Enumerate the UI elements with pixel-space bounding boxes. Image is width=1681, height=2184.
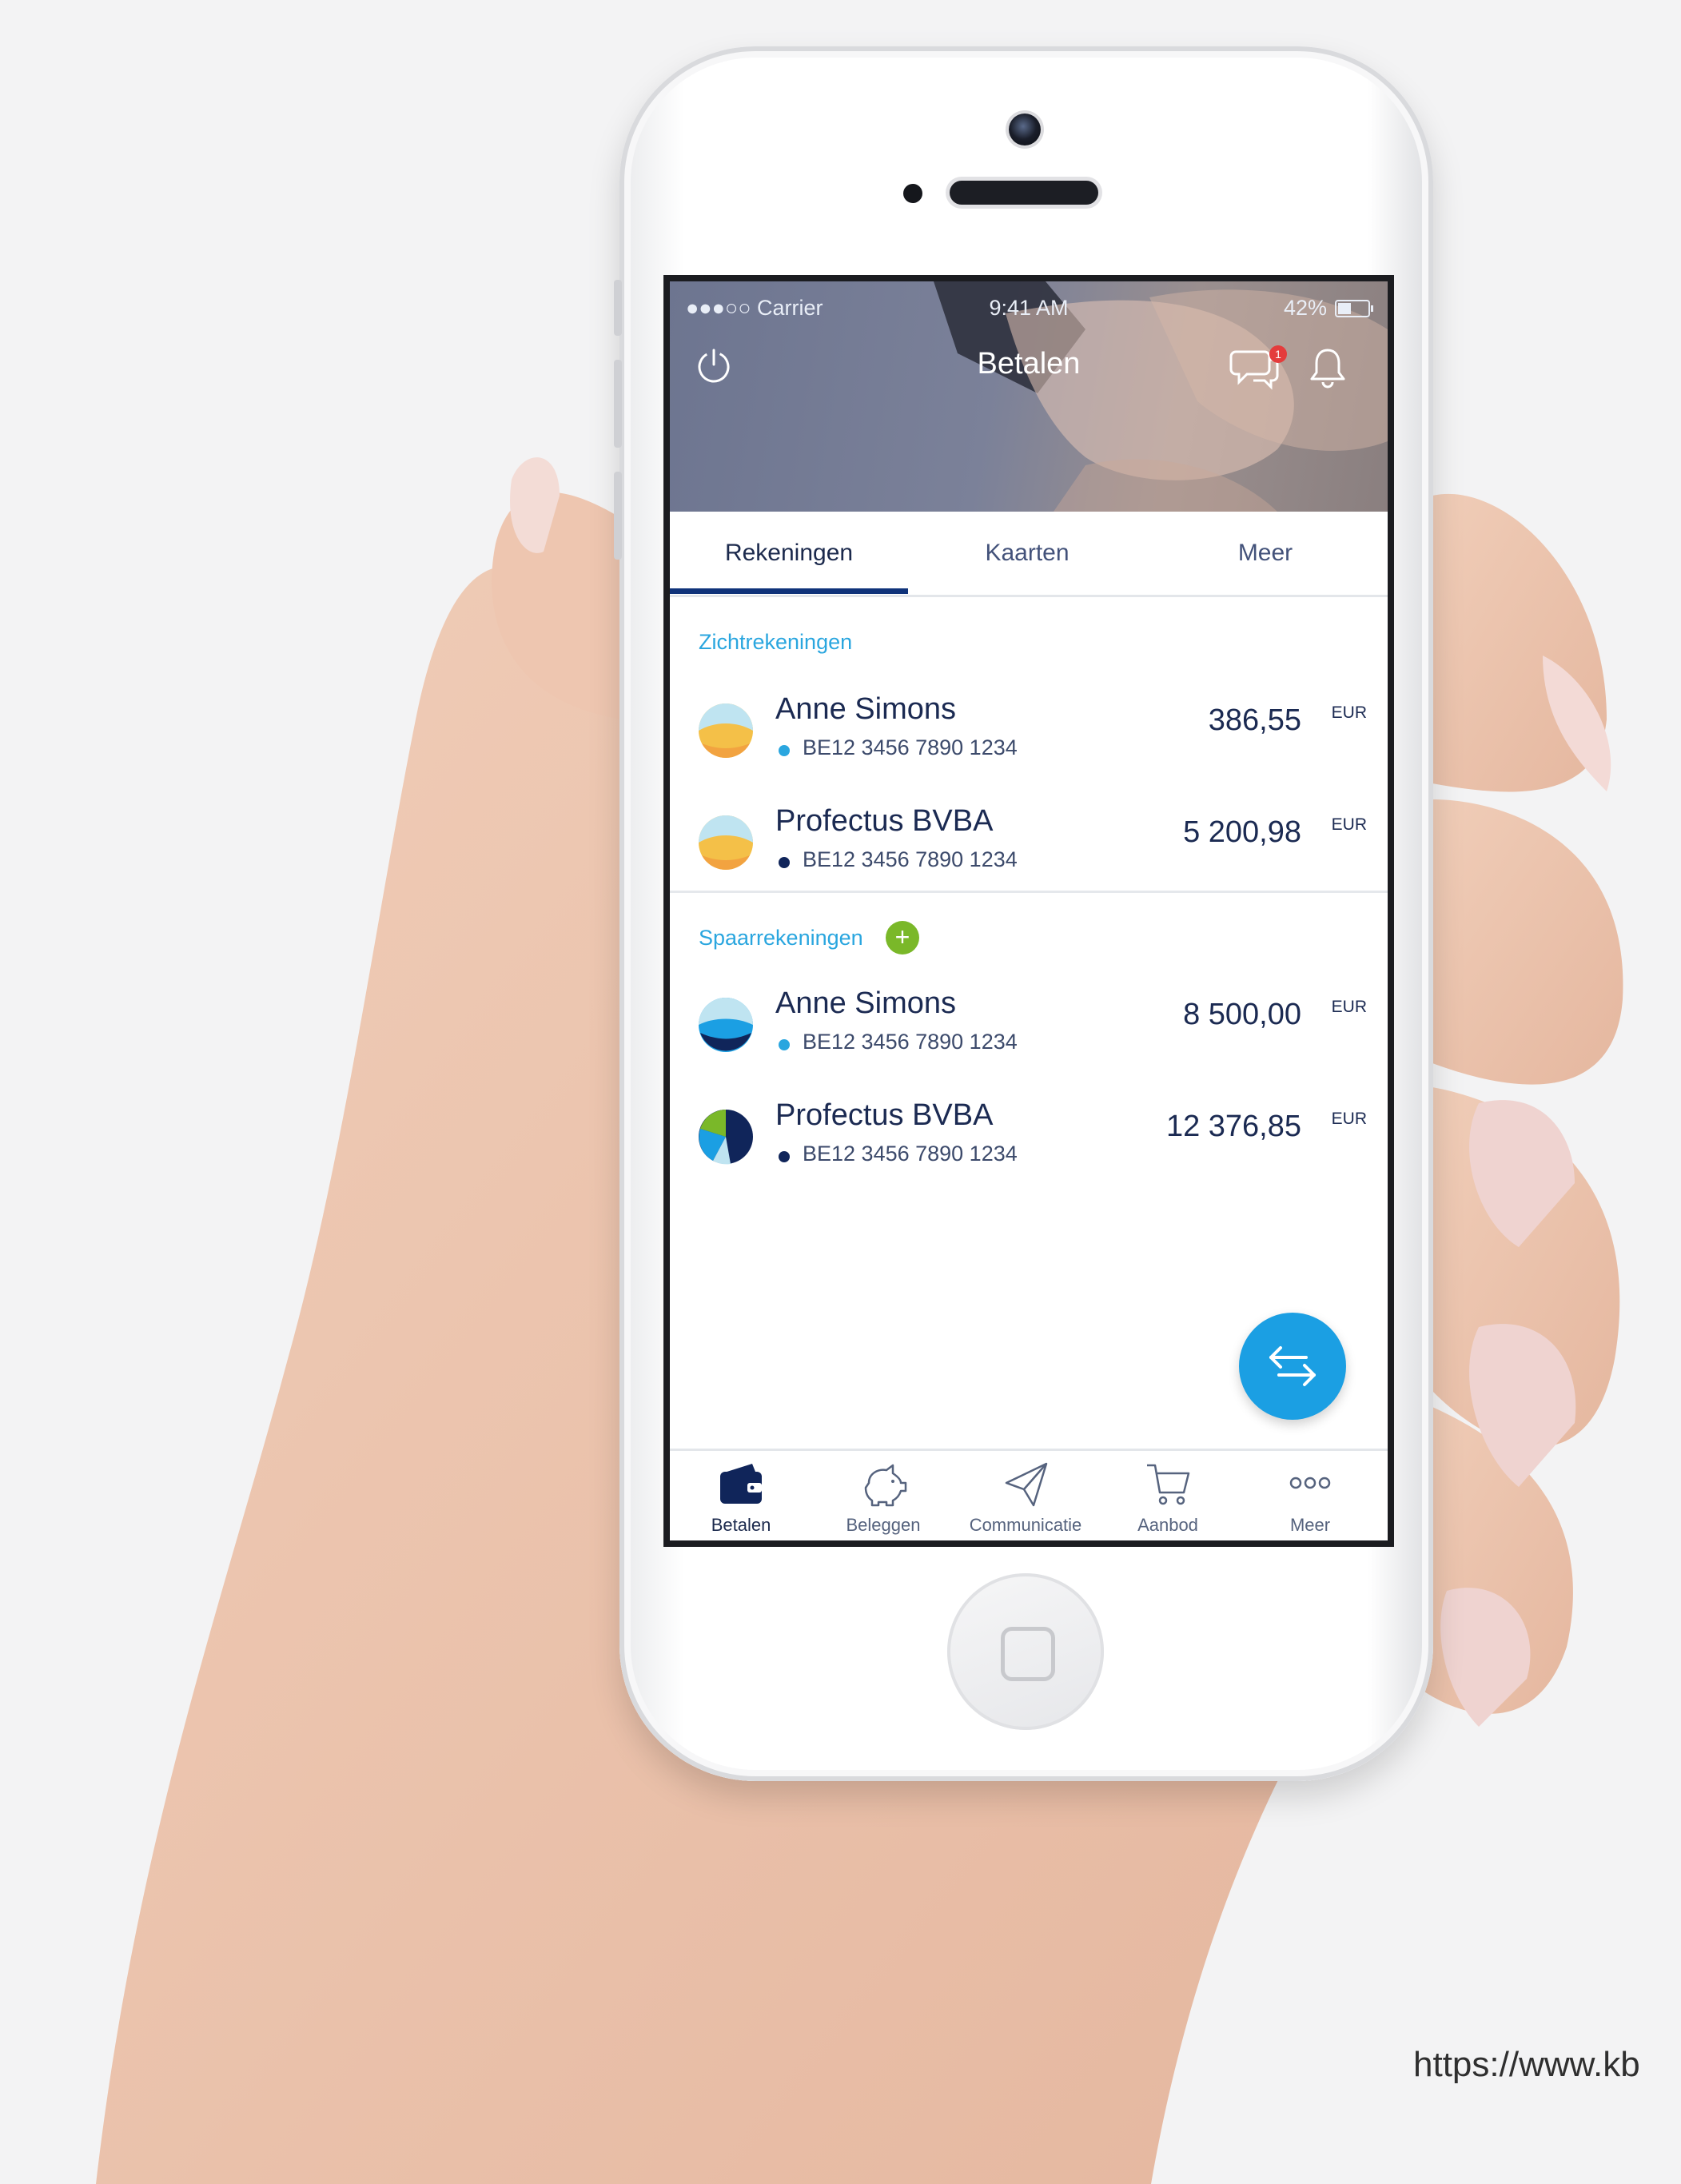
nav-item-betalen[interactable]: Betalen bbox=[670, 1451, 812, 1540]
account-iban: BE12 3456 7890 1234 bbox=[803, 1142, 1018, 1166]
battery-icon bbox=[1335, 299, 1373, 317]
proximity-sensor bbox=[903, 184, 922, 203]
earpiece-speaker bbox=[950, 181, 1098, 205]
source-url-text: https://www.kb bbox=[1413, 2045, 1640, 2084]
status-bar: ●●●○○ Carrier 9:41 AM 42% bbox=[670, 296, 1388, 328]
account-holder-name: Profectus BVBA bbox=[775, 1098, 994, 1132]
account-dot-icon bbox=[779, 857, 790, 868]
account-row[interactable]: Profectus BVBA BE12 3456 7890 1234 5 200… bbox=[670, 785, 1388, 897]
section-label-spaarrekeningen: Spaarrekeningen bbox=[699, 926, 863, 950]
transfer-button[interactable] bbox=[1239, 1313, 1346, 1420]
account-tabs: Rekeningen Kaarten Meer bbox=[670, 512, 1388, 597]
notification-badge: 1 bbox=[1269, 345, 1287, 363]
nav-item-communicatie[interactable]: Communicatie bbox=[954, 1451, 1097, 1540]
account-balance: 5 200,98 bbox=[1183, 815, 1301, 849]
account-balance: 12 376,85 bbox=[1165, 1110, 1301, 1143]
account-chart-icon bbox=[699, 1110, 753, 1165]
battery-percent: 42% bbox=[1283, 296, 1327, 320]
section-divider bbox=[670, 891, 1388, 893]
volume-down-button bbox=[614, 472, 622, 560]
account-row[interactable]: Profectus BVBA BE12 3456 7890 1234 12 37… bbox=[670, 1079, 1388, 1191]
account-dot-icon bbox=[779, 1151, 790, 1162]
clock: 9:41 AM bbox=[989, 296, 1069, 320]
account-balance: 386,55 bbox=[1208, 703, 1301, 737]
account-chart-icon bbox=[699, 815, 753, 870]
account-chart-icon bbox=[699, 998, 753, 1052]
front-camera bbox=[1009, 114, 1041, 145]
active-tab-indicator bbox=[670, 588, 908, 594]
bottom-navigation: Betalen Beleggen Communicatie Aanbod Mee… bbox=[670, 1449, 1388, 1540]
add-savings-button[interactable]: + bbox=[886, 921, 919, 955]
home-square-icon bbox=[1001, 1627, 1055, 1681]
nav-label: Betalen bbox=[711, 1515, 771, 1535]
more-dots-icon bbox=[1289, 1477, 1331, 1489]
tab-rekeningen[interactable]: Rekeningen bbox=[670, 512, 908, 595]
nav-label: Beleggen bbox=[846, 1515, 921, 1535]
paper-plane-icon bbox=[1005, 1462, 1048, 1507]
account-dot-icon bbox=[779, 745, 790, 756]
mute-switch bbox=[614, 280, 622, 336]
shopping-cart-icon bbox=[1147, 1464, 1190, 1505]
header-banner: ●●●○○ Carrier 9:41 AM 42% Betalen 1 bbox=[670, 281, 1388, 512]
piggy-bank-icon bbox=[864, 1464, 907, 1507]
account-iban: BE12 3456 7890 1234 bbox=[803, 847, 1018, 871]
wallet-icon bbox=[720, 1464, 762, 1504]
currency-label: EUR bbox=[1331, 815, 1367, 834]
nav-item-meer[interactable]: Meer bbox=[1239, 1451, 1381, 1540]
account-balance: 8 500,00 bbox=[1183, 998, 1301, 1031]
currency-label: EUR bbox=[1331, 1110, 1367, 1128]
bell-icon[interactable] bbox=[1308, 345, 1348, 390]
account-iban: BE12 3456 7890 1234 bbox=[803, 735, 1018, 759]
volume-up-button bbox=[614, 360, 622, 448]
account-holder-name: Anne Simons bbox=[775, 692, 957, 726]
account-holder-name: Profectus BVBA bbox=[775, 804, 994, 838]
nav-item-aanbod[interactable]: Aanbod bbox=[1097, 1451, 1239, 1540]
nav-label: Meer bbox=[1289, 1515, 1331, 1535]
account-dot-icon bbox=[779, 1039, 790, 1050]
tab-meer[interactable]: Meer bbox=[1146, 512, 1384, 595]
account-row[interactable]: Anne Simons BE12 3456 7890 1234 386,55 E… bbox=[670, 673, 1388, 785]
nav-label: Aanbod bbox=[1137, 1515, 1198, 1535]
currency-label: EUR bbox=[1331, 998, 1367, 1016]
section-label-zichtrekeningen: Zichtrekeningen bbox=[699, 630, 853, 654]
nav-item-beleggen[interactable]: Beleggen bbox=[812, 1451, 954, 1540]
currency-label: EUR bbox=[1331, 703, 1367, 722]
account-iban: BE12 3456 7890 1234 bbox=[803, 1030, 1018, 1054]
account-chart-icon bbox=[699, 703, 753, 758]
tab-kaarten[interactable]: Kaarten bbox=[908, 512, 1146, 595]
app-screen: ●●●○○ Carrier 9:41 AM 42% Betalen 1 Reke… bbox=[670, 281, 1388, 1540]
account-row[interactable]: Anne Simons BE12 3456 7890 1234 8 500,00… bbox=[670, 967, 1388, 1079]
battery-status: 42% bbox=[1283, 296, 1373, 321]
transfer-arrows-icon bbox=[1269, 1346, 1316, 1386]
nav-label: Communicatie bbox=[969, 1515, 1082, 1535]
home-button[interactable] bbox=[947, 1573, 1104, 1730]
account-holder-name: Anne Simons bbox=[775, 986, 957, 1020]
